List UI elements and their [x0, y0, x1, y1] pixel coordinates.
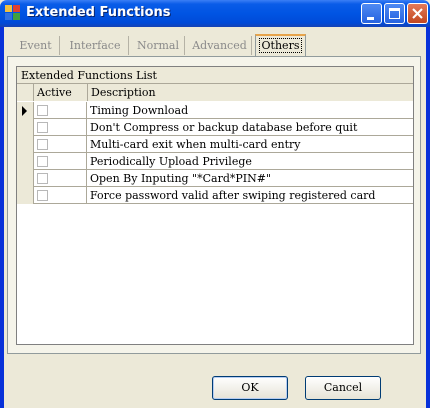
table-row[interactable]: Force password valid after swiping regis…: [17, 187, 413, 204]
ok-button[interactable]: OK: [212, 376, 288, 400]
active-checkbox[interactable]: [37, 173, 48, 184]
table-row[interactable]: Multi-card exit when multi-card entry: [17, 136, 413, 153]
close-button[interactable]: [407, 3, 428, 24]
tab-normal[interactable]: Normal: [132, 36, 185, 55]
row-selector[interactable]: [17, 153, 34, 170]
tab-panel-others: Extended Functions List Active Descripti…: [7, 56, 421, 354]
tab-label: Others: [258, 38, 303, 53]
grid-header: Active Description: [17, 84, 413, 101]
description-cell: Don't Compress or backup database before…: [90, 121, 358, 134]
app-window-icon[interactable]: [5, 5, 21, 21]
window-frame-left: [0, 27, 4, 408]
description-cell: Force password valid after swiping regis…: [90, 189, 376, 202]
cancel-button[interactable]: Cancel: [305, 376, 381, 400]
window-frame-right: [426, 27, 430, 408]
grid-caption: Extended Functions List: [17, 67, 413, 84]
description-cell: Periodically Upload Privilege: [90, 155, 252, 168]
extended-functions-grid[interactable]: Extended Functions List Active Descripti…: [16, 66, 414, 345]
maximize-icon: [389, 8, 400, 19]
active-cell: [34, 119, 87, 136]
minimize-button[interactable]: [361, 3, 382, 24]
row-selector[interactable]: [17, 102, 34, 119]
column-header-active[interactable]: Active: [34, 84, 88, 101]
table-row[interactable]: Periodically Upload Privilege: [17, 153, 413, 170]
active-cell: [34, 170, 87, 187]
table-row[interactable]: Don't Compress or backup database before…: [17, 119, 413, 136]
tab-label: Advanced: [192, 39, 247, 52]
description-cell: Multi-card exit when multi-card entry: [90, 138, 301, 151]
row-selector[interactable]: [17, 170, 34, 187]
row-selector[interactable]: [17, 187, 34, 204]
close-icon: [412, 8, 423, 19]
active-cell: [34, 153, 87, 170]
active-checkbox[interactable]: [37, 105, 48, 116]
maximize-button[interactable]: [384, 3, 405, 24]
active-cell: [34, 136, 87, 153]
tab-label: Normal: [136, 39, 179, 52]
title-bar[interactable]: Extended Functions: [0, 0, 430, 27]
description-cell: Timing Download: [90, 104, 189, 117]
minimize-icon: [367, 17, 374, 20]
app-icon-quadrant: [5, 13, 12, 20]
active-cell: [34, 187, 87, 204]
app-icon-quadrant: [5, 5, 12, 12]
active-cell: [34, 102, 87, 119]
column-header-description[interactable]: Description: [88, 84, 413, 101]
tab-label: Event: [19, 39, 52, 52]
tab-event[interactable]: Event: [12, 36, 60, 55]
tab-label: Interface: [69, 39, 121, 52]
app-icon-quadrant: [13, 5, 20, 12]
tab-others[interactable]: Others: [255, 34, 306, 56]
row-selector[interactable]: [17, 119, 34, 136]
row-selector[interactable]: [17, 136, 34, 153]
row-selector-header[interactable]: [17, 84, 34, 101]
table-row[interactable]: Open By Inputing "*Card*PIN#": [17, 170, 413, 187]
extended-functions-window: Extended Functions Event Interface Norma…: [0, 0, 430, 408]
description-cell: Open By Inputing "*Card*PIN#": [90, 172, 272, 185]
app-icon-quadrant: [13, 13, 20, 20]
active-checkbox[interactable]: [37, 122, 48, 133]
tab-interface[interactable]: Interface: [62, 36, 129, 55]
window-title: Extended Functions: [26, 5, 171, 20]
table-row[interactable]: Timing Download: [17, 102, 413, 119]
tab-advanced[interactable]: Advanced: [188, 36, 252, 55]
active-checkbox[interactable]: [37, 139, 48, 150]
active-checkbox[interactable]: [37, 190, 48, 201]
active-checkbox[interactable]: [37, 156, 48, 167]
current-row-arrow-icon: [22, 106, 27, 116]
